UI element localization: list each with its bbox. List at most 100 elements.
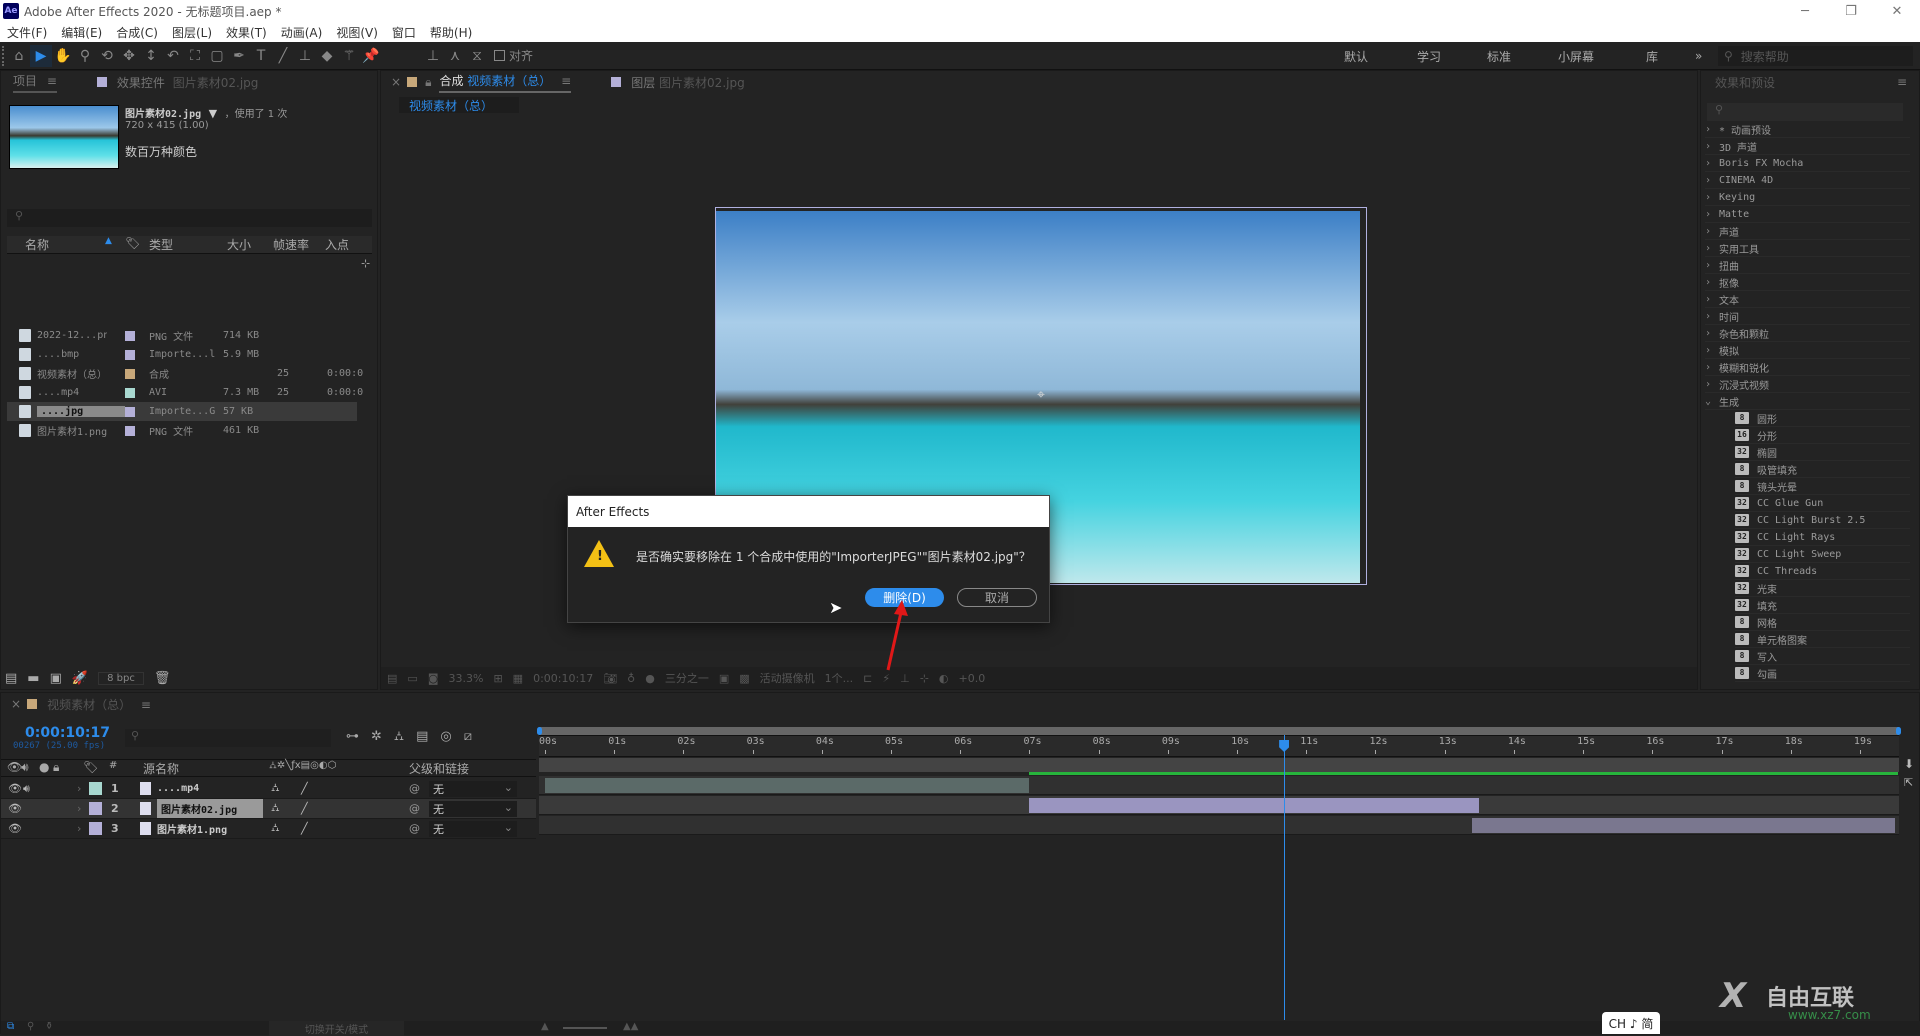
effect-item[interactable]: 8 勾画 — [1735, 665, 1910, 682]
menu-edit[interactable]: 编辑(E) — [61, 24, 102, 41]
effect-category[interactable]: › Keying — [1705, 189, 1910, 206]
label-column-icon[interactable]: 🏷 — [125, 236, 140, 250]
parent-pickwhip-icon[interactable]: @ — [409, 802, 420, 815]
align-checkbox[interactable] — [494, 50, 505, 61]
effect-category[interactable]: › 模糊和锐化 — [1705, 359, 1910, 376]
transparency-grid-icon[interactable]: ▩ — [739, 672, 749, 685]
view-axis-icon[interactable]: ⧖ — [466, 45, 488, 67]
expand-layer-icon[interactable]: › — [77, 822, 81, 835]
zoom-icon[interactable]: ⚲ — [74, 45, 96, 67]
effect-category[interactable]: › 声道 — [1705, 223, 1910, 240]
effect-category[interactable]: › Boris FX Mocha — [1705, 155, 1910, 172]
project-search-input[interactable]: ⚲ — [7, 209, 372, 227]
video-visibility-icon[interactable]: 👁︎ — [8, 822, 22, 835]
parent-pickwhip-icon[interactable]: @ — [409, 782, 420, 795]
project-item[interactable]: 2022-12...pngPNG 文件714 KB — [7, 326, 357, 345]
tab-layer[interactable]: 图层 图片素材02.jpg — [631, 74, 745, 91]
parent-dropdown[interactable]: 无 ⌄ — [429, 820, 517, 837]
resolution-dropdown[interactable]: 三分之一 — [665, 670, 709, 686]
effect-category[interactable]: › 抠像 — [1705, 274, 1910, 291]
quality-switch-icon[interactable]: ╱ — [301, 802, 308, 815]
eraser-icon[interactable]: ◆ — [316, 45, 338, 67]
puppet-pin-icon[interactable]: 📌 — [360, 45, 382, 67]
expand-icon[interactable]: ⚲ — [27, 1021, 34, 1032]
item-label-swatch[interactable] — [125, 425, 135, 436]
toggle-pixel-icon[interactable]: ⊏ — [863, 672, 872, 685]
project-item[interactable]: 视频素材（总） 合成 25 0:00:0 — [7, 364, 363, 383]
cancel-button[interactable]: 取消 — [957, 588, 1037, 607]
layer-label-swatch[interactable] — [89, 782, 102, 795]
graph-editor-icon[interactable]: ⧄ — [464, 729, 472, 746]
audio-icon[interactable]: 🔊︎ — [23, 782, 30, 796]
zoom-out-icon[interactable]: ▲ — [541, 1021, 549, 1032]
current-time[interactable]: 0:00:10:17 — [25, 725, 110, 741]
rotate-icon[interactable]: ↶ — [162, 45, 184, 67]
label-tag-icon[interactable]: 🏷 — [83, 760, 98, 774]
col-parent[interactable]: 父级和链接 — [409, 760, 469, 777]
item-label-swatch[interactable] — [125, 387, 135, 398]
effect-item[interactable]: 32 CC Light Rays — [1735, 529, 1910, 546]
menu-composition[interactable]: 合成(C) — [116, 24, 158, 41]
video-visibility-icon[interactable]: 👁︎ — [8, 782, 22, 795]
layer-duration-bar[interactable] — [1472, 818, 1895, 833]
draft-3d-icon[interactable]: ✲ — [371, 729, 382, 746]
layer-duration-bar[interactable] — [545, 778, 1030, 793]
zoom-slider[interactable] — [563, 1027, 607, 1029]
video-visibility-icon[interactable]: 👁︎ — [8, 802, 22, 815]
solo-icon[interactable]: ● — [39, 760, 49, 774]
project-item[interactable]: ....jpg Importe...G 57 KB — [7, 402, 357, 421]
effect-category[interactable]: › 实用工具 — [1705, 240, 1910, 257]
dolly-icon[interactable]: ↕ — [140, 45, 162, 67]
align-toggle[interactable]: 对齐 — [494, 47, 533, 64]
selection-icon[interactable]: ▶ — [30, 44, 52, 67]
workspace-library[interactable]: 库 — [1646, 42, 1658, 70]
col-fps[interactable]: 帧速率 — [273, 236, 309, 253]
expand-layer-icon[interactable]: › — [77, 802, 81, 815]
project-item[interactable]: ....mp4 AVI 7.3 MB 25 0:00:0 — [7, 383, 363, 402]
work-area-bar[interactable] — [539, 727, 1899, 735]
shy-layers-icon[interactable]: ⛼ — [394, 729, 404, 746]
new-folder-icon[interactable]: ▬ — [27, 671, 39, 686]
display-icon[interactable]: ▭ — [407, 672, 417, 685]
timecode-display[interactable]: 0:00:10:17 — [533, 672, 593, 685]
motion-blur-icon[interactable]: ◎ — [440, 729, 451, 746]
show-snapshot-icon[interactable]: ♁ — [627, 672, 635, 685]
hand-icon[interactable]: ✋ — [52, 45, 74, 67]
item-label-swatch[interactable] — [125, 330, 135, 341]
layer-name[interactable]: 图片素材1.png — [157, 821, 227, 836]
effect-category[interactable]: › Matte — [1705, 206, 1910, 223]
col-name[interactable]: 名称 — [25, 236, 49, 253]
delete-icon[interactable]: 🗑 — [154, 671, 171, 686]
pen-icon[interactable]: ✒ — [228, 45, 250, 67]
effect-item[interactable]: 32 CC Light Sweep — [1735, 546, 1910, 563]
comp-marker-icon[interactable]: ⬇ — [1904, 757, 1914, 771]
workspace-standard[interactable]: 标准 — [1487, 42, 1511, 70]
item-label-swatch[interactable] — [125, 406, 135, 417]
orbit-icon[interactable]: ⟲ — [96, 45, 118, 67]
restore-icon[interactable]: ❐ — [1828, 0, 1874, 22]
layer-row[interactable]: 👁︎ › 2 图片素材02.jpg ⛼ ╱ @ 无 ⌄ — [1, 799, 536, 819]
tab-composition[interactable]: 合成 视频素材（总） ≡ — [439, 72, 572, 93]
timeline-menu-icon[interactable]: ≡ — [141, 698, 151, 712]
comp-menu-icon[interactable]: ≡ — [561, 74, 571, 88]
effect-category[interactable]: › 时间 — [1705, 308, 1910, 325]
snapshot-icon[interactable]: 📷︎ — [603, 672, 617, 685]
audio-toggle-icon[interactable]: 🔊︎ — [21, 760, 29, 775]
quality-switch-icon[interactable]: ╱ — [301, 822, 308, 835]
world-axis-icon[interactable]: ⋏ — [444, 45, 466, 67]
effects-search-input[interactable]: ⚲ — [1707, 103, 1903, 121]
video-toggle-icon[interactable]: 👁︎ — [7, 760, 22, 774]
effect-category[interactable]: › CINEMA 4D — [1705, 172, 1910, 189]
interpret-footage-icon[interactable]: ▤ — [5, 671, 17, 686]
effect-item[interactable]: 8 网格 — [1735, 614, 1910, 631]
tab-effect-controls[interactable]: 效果控件 图片素材02.jpg — [117, 74, 259, 91]
roto-brush-icon[interactable]: ⚚ — [338, 45, 360, 67]
anchor-point-icon[interactable]: ⌖ — [1037, 387, 1045, 403]
item-label-swatch[interactable] — [125, 368, 135, 379]
brush-icon[interactable]: ╱ — [272, 45, 294, 67]
transparency-icon[interactable]: ▦ — [513, 672, 523, 685]
col-type[interactable]: 类型 — [149, 236, 173, 253]
views-dropdown[interactable]: 1个... — [825, 670, 854, 686]
menu-window[interactable]: 窗口 — [392, 24, 416, 41]
layer-duration-bar[interactable] — [1029, 798, 1480, 813]
